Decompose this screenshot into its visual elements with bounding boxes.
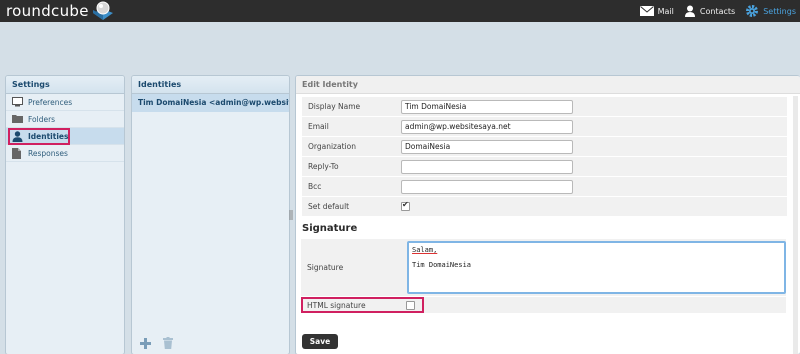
panel-splitter[interactable] <box>289 210 293 220</box>
identities-panel: Identities Tim DomaiNesia <admin@wp.webs… <box>131 75 290 354</box>
signature-line-2: Tim DomaiNesia <box>412 261 472 269</box>
signature-heading: Signature <box>302 223 358 234</box>
nav-contacts[interactable]: Contacts <box>684 5 735 17</box>
bcc-label: Bcc <box>308 182 322 191</box>
identity-form: Display Name Tim DomaiNesia Email admin@… <box>302 97 787 217</box>
roundcube-logo[interactable]: roundcube <box>6 1 114 20</box>
organization-label: Organization <box>308 142 356 151</box>
cube-logo-icon <box>92 1 113 20</box>
edit-identity-title: Edit Identity <box>296 76 800 94</box>
display-name-input[interactable]: Tim DomaiNesia <box>401 99 573 114</box>
form-row-reply-to: Reply-To <box>302 157 787 177</box>
document-icon <box>12 148 21 159</box>
settings-item-identities[interactable]: Identities <box>6 128 124 145</box>
settings-item-folders[interactable]: Folders <box>6 111 124 128</box>
nav-contacts-label: Contacts <box>699 6 736 16</box>
nav-mail-label: Mail <box>657 6 674 16</box>
monitor-icon <box>12 97 23 107</box>
settings-item-label: Folders <box>28 115 56 124</box>
form-row-organization: Organization DomaiNesia <box>302 137 787 157</box>
identity-row[interactable]: Tim DomaiNesia <admin@wp.website... <box>132 94 289 112</box>
settings-panel: Settings Preferences Folders Identities … <box>5 75 125 354</box>
signature-label: Signature <box>307 263 344 272</box>
email-input[interactable]: admin@wp.websitesaya.net <box>401 119 573 134</box>
email-label: Email <box>308 122 329 131</box>
person-icon <box>12 131 23 142</box>
reply-to-input[interactable] <box>401 159 573 174</box>
nav-settings[interactable]: Settings <box>745 4 796 18</box>
scrollbar[interactable] <box>793 96 798 354</box>
form-row-bcc: Bcc <box>302 177 787 197</box>
nav-settings-label: Settings <box>763 6 796 16</box>
settings-item-label: Responses <box>28 149 68 158</box>
set-default-label: Set default <box>308 202 350 211</box>
logo-text: roundcube <box>6 2 89 20</box>
html-signature-checkbox[interactable] <box>406 300 415 310</box>
signature-textarea[interactable]: Salam, Tim DomaiNesia <box>407 241 786 294</box>
display-name-label: Display Name <box>308 102 361 111</box>
bcc-input[interactable] <box>401 179 573 194</box>
set-default-checkbox[interactable] <box>401 200 410 211</box>
save-button[interactable]: Save <box>302 334 338 349</box>
top-navigation: Mail Contacts Settings <box>639 0 796 22</box>
add-identity-icon[interactable] <box>140 337 151 349</box>
folder-icon <box>12 115 23 123</box>
gear-icon <box>746 5 759 17</box>
identities-panel-footer <box>132 332 289 354</box>
grip-icon <box>289 210 293 220</box>
settings-item-preferences[interactable]: Preferences <box>6 94 124 111</box>
form-row-email: Email admin@wp.websitesaya.net <box>302 117 787 137</box>
envelope-icon <box>639 6 654 16</box>
settings-item-responses[interactable]: Responses <box>6 145 124 162</box>
settings-panel-title: Settings <box>6 76 124 94</box>
organization-input[interactable]: DomaiNesia <box>401 139 573 154</box>
form-row-display-name: Display Name Tim DomaiNesia <box>302 97 787 117</box>
form-row-signature: Signature Salam, Tim DomaiNesia <box>301 239 786 296</box>
settings-item-label: Preferences <box>28 98 73 107</box>
person-icon <box>684 5 695 17</box>
nav-mail[interactable]: Mail <box>639 6 674 16</box>
form-row-set-default: Set default <box>302 197 787 217</box>
reply-to-label: Reply-To <box>308 162 339 171</box>
identities-panel-title: Identities <box>132 76 289 94</box>
top-bar: roundcube Mail Contacts Settings <box>0 0 800 22</box>
signature-line-1: Salam, <box>412 246 438 254</box>
trash-icon[interactable] <box>163 337 173 349</box>
form-row-html-signature: HTML signature <box>301 297 786 313</box>
